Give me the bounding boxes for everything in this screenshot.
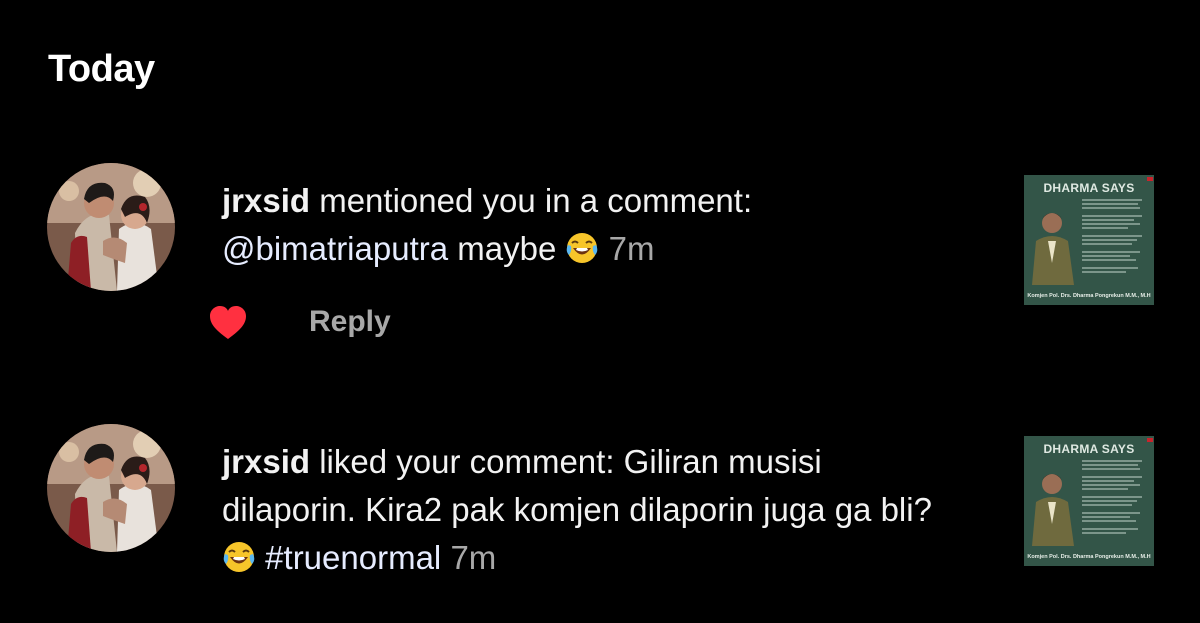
username[interactable]: jrxsid (222, 443, 310, 480)
notification-text: jrxsid mentioned you in a comment: @bima… (222, 177, 962, 273)
thumbnail-caption: Komjen Pol. Drs. Dharma Pongrekun M.M., … (1027, 554, 1151, 560)
thumbnail-title: DHARMA SAYS (1043, 181, 1135, 195)
action-text: liked your comment: Giliran musisi dilap… (222, 443, 932, 528)
timestamp: 7m (450, 539, 497, 576)
username[interactable]: jrxsid (222, 182, 310, 219)
liked-heart-icon[interactable] (208, 305, 248, 341)
action-text: mentioned you in a comment: (310, 182, 753, 219)
post-thumbnail[interactable]: DHARMA SAYS Komjen Pol. Drs. Dharma Pong… (1024, 436, 1154, 566)
avatar[interactable] (47, 163, 175, 291)
reply-button[interactable]: Reply (309, 305, 391, 339)
notification-text: jrxsid liked your comment: Giliran musis… (222, 438, 962, 582)
avatar[interactable] (47, 424, 175, 552)
thumbnail-title: DHARMA SAYS (1043, 442, 1135, 456)
section-title-today: Today (48, 48, 155, 90)
timestamp: 7m (608, 230, 655, 267)
thumbnail-caption: Komjen Pol. Drs. Dharma Pongrekun M.M., … (1027, 293, 1151, 299)
mention-link[interactable]: @bimatriaputra (222, 230, 448, 267)
laughing-emoji-icon (222, 539, 256, 573)
comment-text: maybe (448, 230, 566, 267)
hashtag-link[interactable]: #truenormal (265, 539, 441, 576)
laughing-emoji-icon (565, 230, 599, 264)
post-thumbnail[interactable]: DHARMA SAYS Komjen Pol. Drs. Dharma Pong… (1024, 175, 1154, 305)
